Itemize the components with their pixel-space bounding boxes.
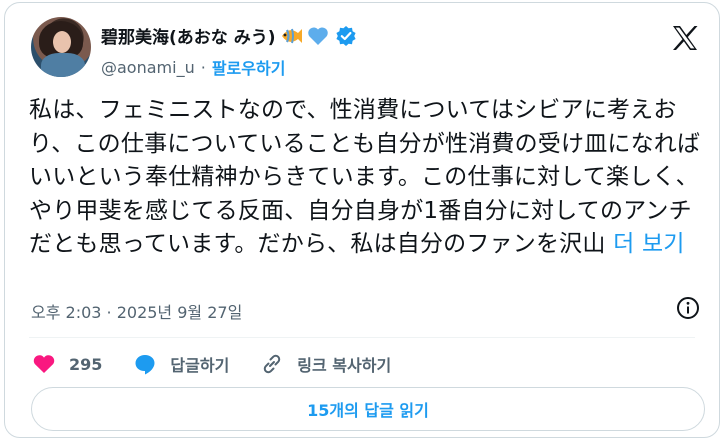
- copy-link-label: 링크 복사하기: [297, 356, 392, 375]
- reply-button[interactable]: 답글하기: [132, 351, 229, 377]
- fish-emoji-icon: [279, 25, 303, 47]
- author-name-row: 碧那美海(あおな みう): [101, 23, 357, 48]
- divider: [29, 337, 695, 338]
- author-handle-row: @aonami_u · 팔로우하기: [101, 55, 285, 79]
- follow-button[interactable]: 팔로우하기: [212, 55, 286, 79]
- show-more-link[interactable]: 더 보기: [606, 231, 685, 257]
- reply-label: 답글하기: [170, 356, 230, 375]
- tweet-timestamp[interactable]: 오후 2:03 · 2025년 9월 27일: [31, 299, 242, 323]
- x-logo-icon[interactable]: [670, 23, 700, 53]
- like-button[interactable]: 295: [31, 351, 102, 377]
- tweet-body: 私は、フェミニストなので、性消費についてはシビアに考えおり、この仕事についている…: [29, 97, 701, 258]
- tweet-text: 私は、フェミニストなので、性消費についてはシビアに考えおり、この仕事についている…: [29, 94, 709, 262]
- like-count: 295: [69, 354, 103, 374]
- author-handle[interactable]: @aonami_u: [101, 58, 195, 77]
- tweet-actions: 295 답글하기 링크 복사하기: [31, 347, 421, 381]
- verified-badge-icon: [335, 25, 357, 47]
- author-display-name[interactable]: 碧那美海(あおな みう): [101, 23, 275, 48]
- reply-bubble-icon: [132, 351, 158, 377]
- tweet-card: 碧那美海(あおな みう) @aonami_u · 팔로우하기 私は、フェミニスト…: [4, 2, 720, 438]
- link-icon: [259, 351, 285, 377]
- copy-link-button[interactable]: 링크 복사하기: [259, 351, 391, 377]
- heart-icon: [31, 351, 57, 377]
- read-replies-button[interactable]: 15개의 답글 읽기: [31, 387, 705, 431]
- info-icon[interactable]: [675, 295, 701, 321]
- separator-dot: ·: [200, 57, 206, 77]
- avatar[interactable]: [31, 17, 91, 77]
- blue-heart-emoji-icon: [307, 26, 329, 46]
